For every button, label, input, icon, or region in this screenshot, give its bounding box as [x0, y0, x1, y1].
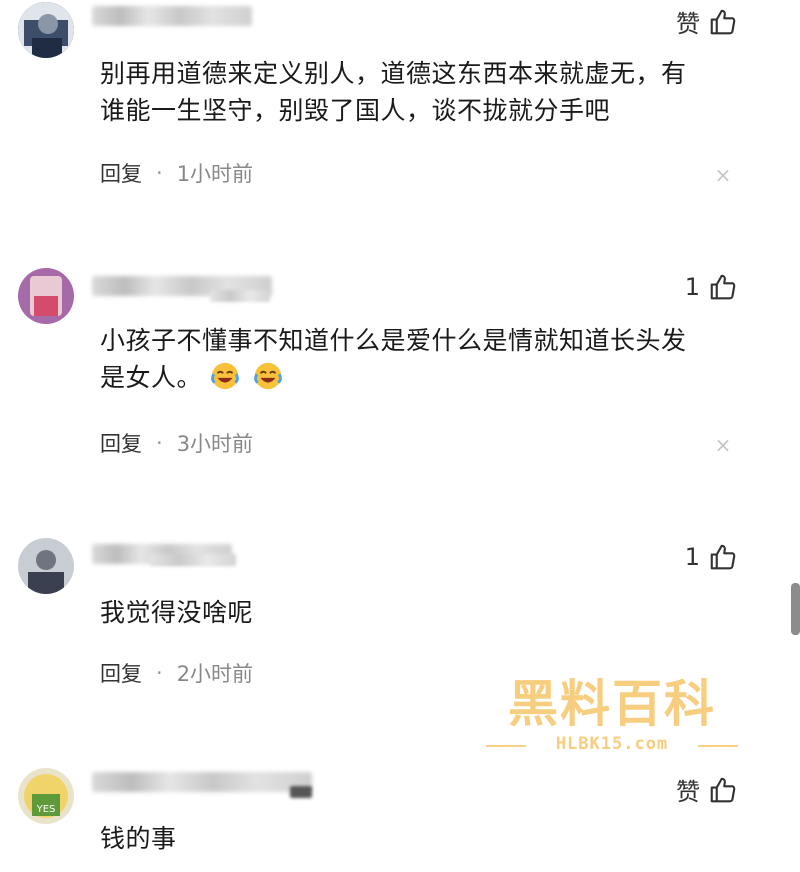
- reply-button[interactable]: 回复: [100, 158, 142, 188]
- comment-line: 别再用道德来定义别人，道德这东西本来就虚无，有: [100, 59, 687, 88]
- watermark: 黑料百科 HLBK15.com: [486, 664, 738, 760]
- thumbs-up-icon: [710, 544, 736, 570]
- laughing-crying-emoji: [254, 362, 282, 390]
- comment-line-2: 是女人。: [100, 359, 740, 396]
- scrollbar-thumb[interactable]: [791, 583, 800, 635]
- comment-text: 小孩子不懂事不知道什么是爱什么是情就知道长头发 是女人。: [100, 322, 740, 396]
- like-label: 赞: [676, 10, 700, 38]
- avatar[interactable]: [18, 268, 74, 324]
- username-blurred-extra: [290, 786, 312, 798]
- close-icon[interactable]: ×: [714, 435, 732, 455]
- comment-meta: 回复 · 3小时前: [100, 428, 253, 458]
- comment-line: 小孩子不懂事不知道什么是爱什么是情就知道长头发: [100, 326, 687, 355]
- close-icon[interactable]: ×: [714, 165, 732, 185]
- comment-meta: 回复 · 1小时前: [100, 158, 253, 188]
- username-blurred: [92, 772, 312, 792]
- svg-text:YES: YES: [36, 804, 56, 815]
- comment-line-text: 是女人。: [100, 363, 203, 392]
- watermark-title: 黑料百科: [508, 675, 716, 733]
- like-count: 1: [684, 543, 700, 571]
- username-blurred-extra: [210, 290, 270, 302]
- like-count: 1: [684, 273, 700, 301]
- comment-line: 钱的事: [100, 824, 177, 853]
- thumbs-up-icon: [710, 777, 736, 802]
- avatar[interactable]: [18, 2, 74, 58]
- like-button[interactable]: 1: [685, 272, 738, 302]
- meta-separator: ·: [156, 431, 163, 455]
- comment-line: 谁能一生坚守，别毁了国人，谈不拢就分手吧: [100, 96, 611, 125]
- like-button[interactable]: 赞: [676, 4, 738, 39]
- comment-meta: 回复 · 2小时前: [100, 658, 253, 688]
- comment-text: 别再用道德来定义别人，道德这东西本来就虚无，有 谁能一生坚守，别毁了国人，谈不拢…: [100, 55, 740, 129]
- reply-button[interactable]: 回复: [100, 658, 142, 688]
- like-label: 赞: [676, 778, 700, 806]
- watermark-divider: [698, 745, 738, 747]
- meta-separator: ·: [156, 661, 163, 685]
- avatar[interactable]: YES: [18, 768, 74, 824]
- like-button[interactable]: 赞: [676, 772, 738, 807]
- watermark-url: HLBK15.com: [555, 734, 669, 754]
- meta-separator: ·: [156, 161, 163, 185]
- username-blurred-extra: [150, 554, 236, 566]
- timestamp: 1小时前: [176, 162, 254, 186]
- avatar[interactable]: [18, 538, 74, 594]
- comment-line: 我觉得没啥呢: [100, 598, 254, 627]
- like-button[interactable]: 1: [685, 542, 738, 572]
- comment-text: 钱的事: [100, 820, 740, 857]
- thumbs-up-icon: [710, 274, 736, 300]
- timestamp: 3小时前: [176, 432, 254, 456]
- username-blurred: [92, 6, 252, 26]
- laughing-crying-emoji: [211, 362, 240, 390]
- timestamp: 2小时前: [176, 662, 254, 686]
- comment-text: 我觉得没啥呢: [100, 594, 740, 631]
- thumbs-up-icon: [710, 9, 736, 34]
- reply-button[interactable]: 回复: [100, 428, 142, 458]
